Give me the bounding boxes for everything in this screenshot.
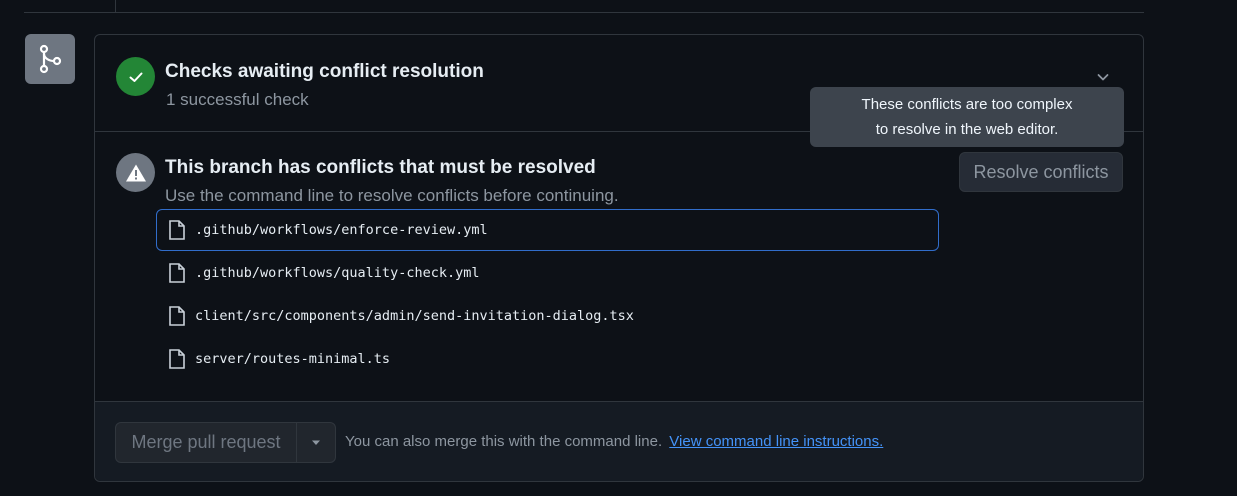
merge-method-dropdown[interactable] <box>296 422 336 463</box>
merge-status-badge <box>25 34 75 84</box>
checks-title: Checks awaiting conflict resolution <box>165 61 484 82</box>
file-name: .github/workflows/quality-check.yml <box>195 265 480 281</box>
merge-help-text: You can also merge this with the command… <box>345 433 663 450</box>
expand-checks-button[interactable] <box>1093 67 1113 87</box>
check-icon <box>129 72 142 82</box>
merge-help: You can also merge this with the command… <box>345 433 883 450</box>
conflict-subtitle: Use the command line to resolve conflict… <box>165 186 619 205</box>
checks-subtitle: 1 successful check <box>166 90 309 109</box>
conflict-file-list: .github/workflows/enforce-review.yml .gi… <box>156 209 939 380</box>
conflict-file-item[interactable]: client/src/components/admin/send-invitat… <box>156 295 939 337</box>
file-name: client/src/components/admin/send-invitat… <box>195 308 634 324</box>
tooltip-line: to resolve in the web editor. <box>875 121 1059 138</box>
file-name: .github/workflows/enforce-review.yml <box>195 222 488 238</box>
git-merge-icon <box>39 44 62 74</box>
conflict-status-circle <box>116 153 155 192</box>
tooltip-line: These conflicts are too complex <box>861 96 1073 113</box>
file-icon <box>169 306 185 326</box>
alert-icon <box>125 164 146 181</box>
merge-section: Merge pull request You can also merge th… <box>95 401 1143 481</box>
divider <box>24 12 1144 13</box>
conflict-file-item[interactable]: .github/workflows/quality-check.yml <box>156 252 939 294</box>
triangle-down-icon <box>312 440 320 445</box>
file-name: server/routes-minimal.ts <box>195 351 391 367</box>
check-status-circle <box>116 57 155 96</box>
merge-pull-request-button[interactable]: Merge pull request <box>115 422 297 463</box>
conflict-title: This branch has conflicts that must be r… <box>165 157 596 178</box>
merge-box: Checks awaiting conflict resolution 1 su… <box>94 34 1144 482</box>
file-icon <box>169 220 185 240</box>
file-icon <box>169 263 185 283</box>
conflict-file-item[interactable]: server/routes-minimal.ts <box>156 338 939 380</box>
conflict-file-item[interactable]: .github/workflows/enforce-review.yml <box>156 209 939 251</box>
resolve-conflicts-tooltip: These conflicts are too complex to resol… <box>810 87 1124 147</box>
command-line-instructions-link[interactable]: View command line instructions. <box>669 433 883 450</box>
resolve-conflicts-button[interactable]: Resolve conflicts <box>959 152 1123 192</box>
timeline-line <box>115 0 116 12</box>
chevron-down-icon <box>1097 74 1109 81</box>
file-icon <box>169 349 185 369</box>
